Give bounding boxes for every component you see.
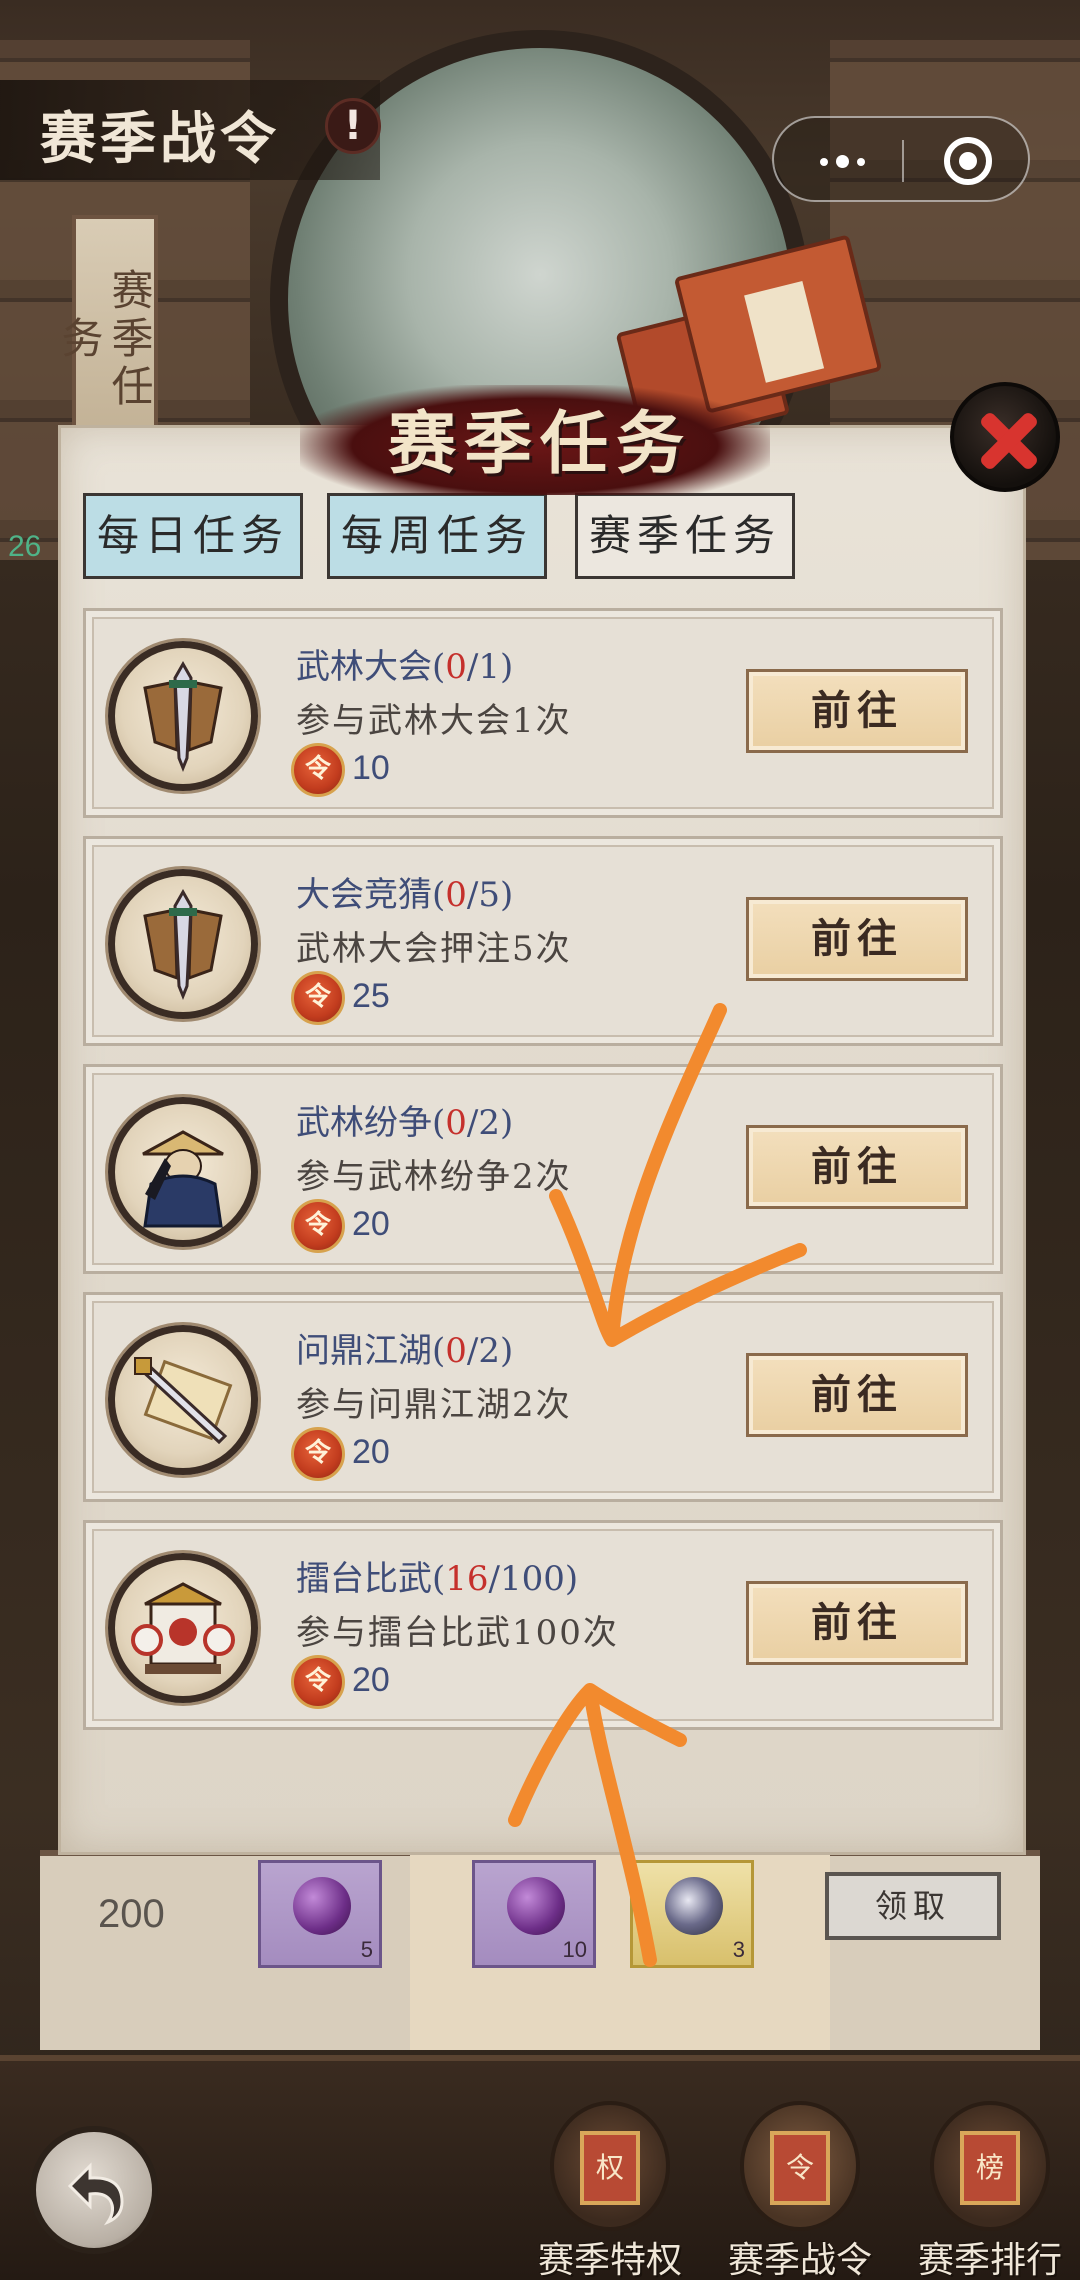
reward-item-count: 3: [732, 1937, 745, 1962]
ranking-emblem-icon: 榜: [930, 2101, 1050, 2231]
arena-gate-icon: [108, 1553, 258, 1703]
yin-yang-orb-icon: [665, 1877, 723, 1935]
tab-daily[interactable]: 每日任务: [83, 493, 303, 579]
task-desc: 参与问鼎江湖2次: [296, 1385, 572, 1425]
task-card: 大会竞猜(0/5) 武林大会押注5次 令 25 前往: [83, 836, 1003, 1046]
tab-season[interactable]: 赛季任务: [575, 493, 795, 579]
go-button[interactable]: 前往: [746, 669, 968, 753]
task-progress-current: 0: [445, 1331, 467, 1371]
reward-item-orb[interactable]: 5: [258, 1860, 382, 1968]
task-desc: 参与武林大会1次: [296, 701, 572, 741]
side-counter: 26: [8, 530, 42, 563]
task-progress-total: 1: [478, 647, 501, 687]
privilege-emblem-icon: 权: [550, 2101, 670, 2231]
go-button[interactable]: 前往: [746, 1125, 968, 1209]
token-coin-icon: 令: [291, 1655, 345, 1709]
purple-orb-icon: [293, 1877, 351, 1935]
go-button[interactable]: 前往: [746, 1581, 968, 1665]
go-button[interactable]: 前往: [746, 897, 968, 981]
task-card: 问鼎江湖(0/2) 参与问鼎江湖2次 令 20 前往: [83, 1292, 1003, 1502]
task-tabs: 每日任务 每周任务 赛季任务: [83, 493, 1003, 583]
token-coin-icon: 令: [291, 971, 345, 1025]
task-reward-amount: 20: [352, 1661, 390, 1699]
task-card: 武林大会(0/1) 参与武林大会1次 令 10 前往: [83, 608, 1003, 818]
token-coin-icon: 令: [291, 1199, 345, 1253]
nav-label: 赛季排行: [917, 2240, 1062, 2280]
purple-orb-icon: [507, 1877, 565, 1935]
task-progress-current: 0: [445, 875, 467, 915]
nav-label: 赛季特权: [537, 2240, 682, 2280]
side-tag-season-task[interactable]: 赛季任务: [55, 215, 158, 435]
reward-item-orb[interactable]: 10: [472, 1860, 596, 1968]
reward-item-count: 5: [360, 1937, 373, 1962]
task-desc: 参与擂台比武100次: [296, 1613, 619, 1653]
sword-shield-icon: [108, 641, 258, 791]
task-progress-total: 2: [478, 1331, 501, 1371]
sword-shield-icon: [108, 869, 258, 1019]
page-title: 赛季战令: [0, 80, 380, 180]
tab-weekly[interactable]: 每周任务: [327, 493, 547, 579]
panel-title: 赛季任务: [387, 404, 692, 484]
task-progress-total: 5: [478, 875, 501, 915]
task-reward-amount: 25: [352, 977, 390, 1015]
reward-strip-value: 200: [98, 1892, 165, 1936]
task-desc: 武林大会押注5次: [296, 929, 572, 969]
task-name: 大会竞猜(0/5): [296, 875, 514, 915]
task-name: 武林纷争(0/2): [296, 1103, 514, 1143]
task-name: 武林大会(0/1): [296, 647, 514, 687]
task-progress-total: 100: [500, 1559, 565, 1599]
close-button[interactable]: [950, 382, 1060, 492]
sword-scroll-icon: [108, 1325, 258, 1475]
task-desc: 参与武林纷争2次: [296, 1157, 572, 1197]
task-reward-amount: 10: [352, 749, 390, 787]
alert-badge[interactable]: !: [325, 98, 381, 154]
mini-program-capsule: [772, 116, 1030, 202]
back-arrow-icon: [67, 2162, 124, 2226]
task-card: 武林纷争(0/2) 参与武林纷争2次 令 20 前往: [83, 1064, 1003, 1274]
reward-strip: 200 5 10 3 领取: [40, 1850, 1040, 2050]
task-progress-current: 16: [445, 1559, 489, 1599]
bottom-nav: 权 赛季特权 令 赛季战令 榜 赛季排行: [0, 2055, 1080, 2280]
more-icon[interactable]: [812, 138, 872, 184]
top-bar: 赛季战令 !: [0, 60, 1080, 202]
capsule-divider: [902, 140, 904, 182]
swordsman-hat-icon: [108, 1097, 258, 1247]
task-name: 擂台比武(16/100): [296, 1559, 579, 1599]
nav-label: 赛季战令: [727, 2240, 872, 2280]
nav-season-ranking[interactable]: 榜 赛季排行: [890, 2101, 1080, 2280]
nav-season-privilege[interactable]: 权 赛季特权: [510, 2101, 700, 2280]
go-button[interactable]: 前往: [746, 1353, 968, 1437]
claim-button[interactable]: 领取: [825, 1872, 1001, 1940]
back-button[interactable]: [30, 2126, 158, 2254]
task-progress-current: 0: [445, 647, 467, 687]
task-card: 擂台比武(16/100) 参与擂台比武100次 令 20 前往: [83, 1520, 1003, 1730]
nav-season-pass[interactable]: 令 赛季战令: [700, 2101, 890, 2280]
task-reward-amount: 20: [352, 1205, 390, 1243]
reward-item-count: 10: [562, 1937, 587, 1962]
token-coin-icon: 令: [291, 743, 345, 797]
pass-emblem-icon: 令: [740, 2101, 860, 2231]
close-target-icon[interactable]: [944, 137, 992, 185]
task-progress-current: 0: [445, 1103, 467, 1143]
task-name: 问鼎江湖(0/2): [296, 1331, 514, 1371]
season-task-panel: 每日任务 每周任务 赛季任务 武林大会(0/1) 参与武林大会1次 令 10 前…: [58, 425, 1026, 1855]
task-reward-amount: 20: [352, 1433, 390, 1471]
token-coin-icon: 令: [291, 1427, 345, 1481]
task-progress-total: 2: [478, 1103, 501, 1143]
reward-item-yin-yang[interactable]: 3: [630, 1860, 754, 1968]
